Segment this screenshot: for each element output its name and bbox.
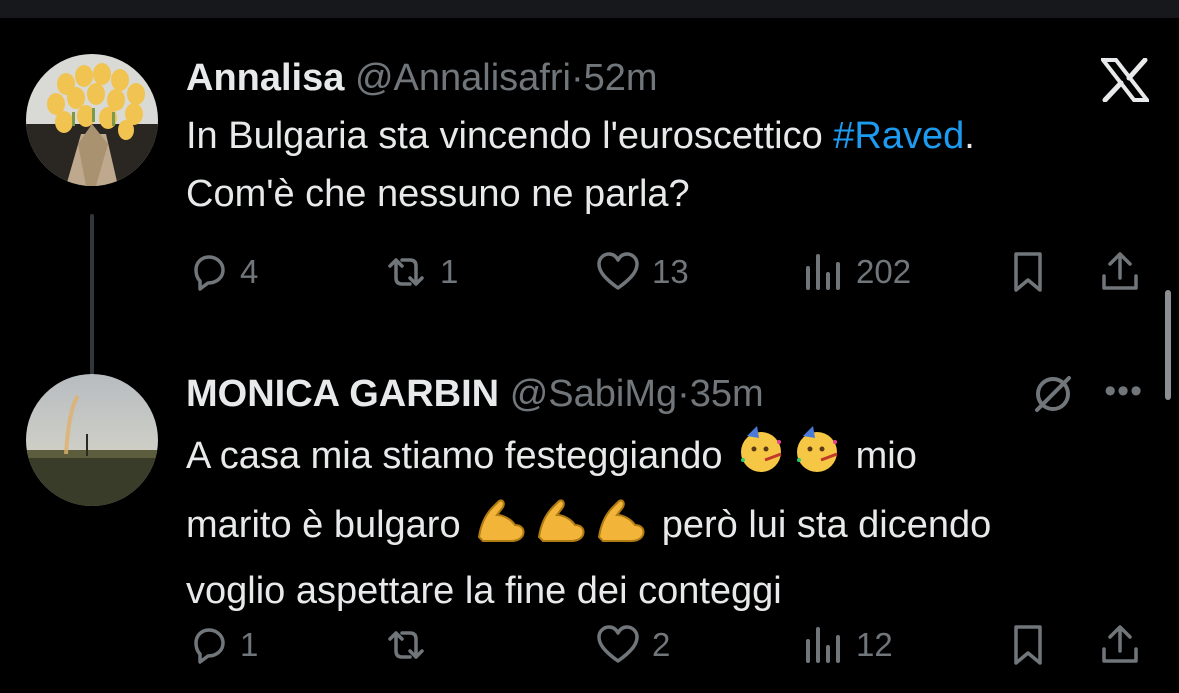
repost-button[interactable] bbox=[382, 620, 440, 670]
timestamp[interactable]: 52m bbox=[584, 57, 658, 99]
bookmark-button[interactable] bbox=[1008, 620, 1048, 670]
heart-icon bbox=[597, 625, 639, 663]
views-icon bbox=[806, 254, 840, 290]
flexed-biceps-emoji bbox=[533, 493, 589, 562]
bookmark-button[interactable] bbox=[1008, 247, 1048, 297]
heart-icon bbox=[597, 252, 639, 290]
reply-count: 4 bbox=[240, 253, 259, 290]
tweet-text-part: In Bulgaria sta vincendo l'euroscettico bbox=[186, 115, 834, 157]
repost-count: 1 bbox=[440, 253, 459, 290]
share-button[interactable] bbox=[1098, 620, 1142, 670]
like-count: 2 bbox=[652, 626, 671, 663]
tweet-text-part: marito è bulgaro bbox=[186, 504, 472, 546]
scrollbar[interactable] bbox=[1165, 290, 1171, 400]
avatar[interactable] bbox=[26, 54, 158, 186]
tweet-header: Annalisa @Annalisafri·52m bbox=[186, 56, 658, 100]
hashtag-link[interactable]: #Raved bbox=[833, 115, 964, 157]
tweet-annalisa[interactable]: Annalisa @Annalisafri·52m In Bulgaria st… bbox=[0, 18, 1179, 384]
x-logo-icon bbox=[1098, 57, 1152, 107]
tweet-text-part: però lui sta dicendo bbox=[651, 504, 992, 546]
repost-icon bbox=[388, 631, 424, 659]
tweet-text: In Bulgaria sta vincendo l'euroscettico … bbox=[186, 107, 1161, 223]
view-count: 12 bbox=[856, 626, 893, 663]
grok-icon[interactable] bbox=[1031, 372, 1075, 421]
bookmark-icon bbox=[1014, 252, 1042, 292]
tweet-text-part: A casa mia stiamo festeggiando bbox=[186, 435, 734, 477]
reply-count: 1 bbox=[240, 626, 259, 663]
reply-button[interactable]: 1 bbox=[186, 620, 258, 670]
more-options-button[interactable]: ••• bbox=[1104, 372, 1143, 411]
separator: · bbox=[677, 373, 690, 415]
bookmark-icon bbox=[1014, 625, 1042, 665]
handle[interactable]: @Annalisafri bbox=[355, 57, 571, 99]
top-divider bbox=[0, 0, 1179, 18]
like-button[interactable]: 2 bbox=[594, 620, 670, 670]
reply-icon bbox=[194, 628, 225, 664]
like-button[interactable]: 13 bbox=[594, 247, 689, 297]
display-name[interactable]: MONICA GARBIN bbox=[186, 373, 499, 415]
action-bar: 1 2 12 bbox=[186, 620, 1149, 670]
like-count: 13 bbox=[652, 253, 689, 290]
flexed-biceps-emoji bbox=[473, 493, 529, 562]
reply-icon bbox=[194, 255, 225, 291]
tweet-text-part: mio bbox=[845, 435, 917, 477]
share-button[interactable] bbox=[1098, 247, 1142, 297]
display-name[interactable]: Annalisa bbox=[186, 57, 344, 99]
repost-icon bbox=[388, 258, 424, 286]
partying-face-emoji bbox=[791, 424, 843, 493]
share-icon bbox=[1102, 625, 1138, 663]
tweet-monica-garbin[interactable]: MONICA GARBIN @SabiMg·35m ••• A casa mia… bbox=[0, 350, 1179, 693]
view-count: 202 bbox=[856, 253, 912, 290]
separator: · bbox=[570, 57, 584, 99]
tweet-text: A casa mia stiamo festeggiando mio marit… bbox=[186, 424, 1161, 620]
views-icon bbox=[806, 627, 840, 663]
views-button[interactable]: 12 bbox=[802, 620, 893, 670]
tweet-text-line: voglio aspettare la fine dei conteggi bbox=[186, 570, 782, 612]
timestamp[interactable]: 35m bbox=[690, 373, 764, 415]
share-icon bbox=[1102, 252, 1138, 290]
views-button[interactable]: 202 bbox=[802, 247, 911, 297]
repost-button[interactable]: 1 bbox=[382, 247, 458, 297]
tweet-text-line: Com'è che nessuno ne parla? bbox=[186, 173, 690, 215]
action-bar: 4 1 13 202 bbox=[186, 247, 1149, 297]
handle[interactable]: @SabiMg bbox=[510, 373, 677, 415]
reply-button[interactable]: 4 bbox=[186, 247, 258, 297]
partying-face-emoji bbox=[735, 424, 787, 493]
tweet-text-part: . bbox=[964, 115, 975, 157]
avatar[interactable] bbox=[26, 374, 158, 506]
flexed-biceps-emoji bbox=[593, 493, 649, 562]
tweet-header: MONICA GARBIN @SabiMg·35m bbox=[186, 372, 764, 416]
